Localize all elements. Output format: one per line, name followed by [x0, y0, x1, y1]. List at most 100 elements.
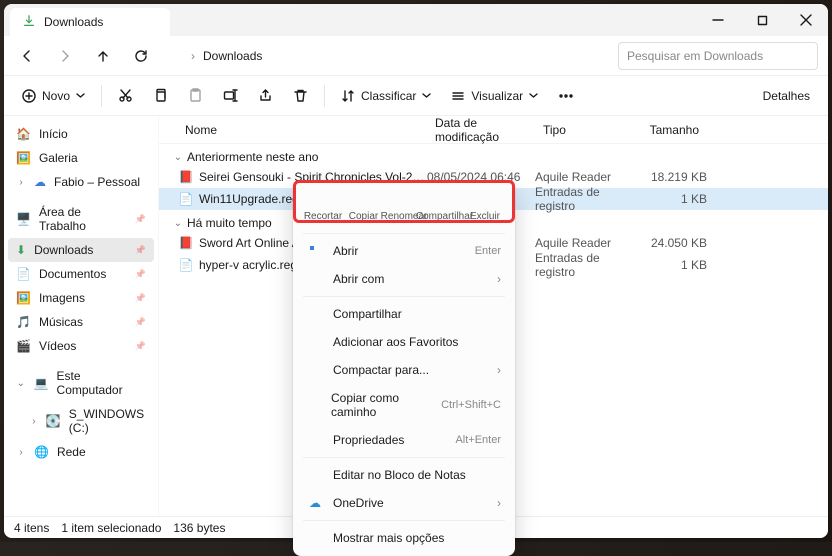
close-button[interactable]: [784, 4, 828, 36]
view-icons-icon[interactable]: [805, 520, 818, 536]
chevron-down-icon: [529, 91, 538, 100]
close-tab-icon[interactable]: [142, 15, 156, 29]
ctx-open[interactable]: AbrirEnter: [297, 237, 511, 265]
chevron-down-icon: [76, 91, 85, 100]
chevron-right-icon: ›: [497, 496, 501, 510]
sidebar-item-documents[interactable]: 📄Documentos📌: [8, 262, 154, 286]
refresh-button[interactable]: [124, 40, 158, 72]
minimize-button[interactable]: [696, 4, 740, 36]
ctx-share[interactable]: Compartilhar: [425, 190, 465, 222]
maximize-button[interactable]: [740, 4, 784, 36]
ctx-delete[interactable]: Excluir: [465, 190, 505, 222]
new-tab-button[interactable]: [170, 4, 204, 36]
copy-button[interactable]: [145, 81, 176, 111]
col-name[interactable]: Nome: [177, 123, 427, 137]
back-button[interactable]: [10, 40, 44, 72]
search-box[interactable]: [618, 42, 818, 70]
chevron-down-icon: ⌄: [173, 152, 183, 163]
share-button[interactable]: [250, 81, 281, 111]
details-pane-button[interactable]: Detalhes: [734, 88, 818, 103]
chevron-down-icon: ⌄: [173, 218, 183, 229]
chevron-down-icon[interactable]: ⌄: [16, 378, 26, 389]
reg-icon: 📄: [177, 192, 195, 206]
ctx-compartilhar[interactable]: Compartilhar: [297, 300, 511, 328]
chevron-right-icon[interactable]: ›: [16, 447, 26, 458]
breadcrumb[interactable]: › Downloads: [162, 48, 614, 63]
sidebar-item-thispc[interactable]: ⌄💻Este Computador: [8, 364, 154, 402]
group-header[interactable]: ⌄Anteriormente neste ano: [159, 144, 828, 166]
search-input[interactable]: [627, 49, 796, 63]
network-icon: 🌐: [34, 445, 49, 459]
onedrive-icon: ☁: [307, 496, 323, 510]
ctx-copy-path[interactable]: Copiar como caminhoCtrl+Shift+C: [297, 384, 511, 426]
forward-button[interactable]: [48, 40, 82, 72]
chevron-right-icon[interactable]: ›: [30, 416, 38, 427]
status-items: 4 itens: [14, 521, 49, 535]
sidebar-item-onedrive[interactable]: ›☁Fabio – Pessoal: [8, 170, 154, 194]
sidebar[interactable]: 🏠Início 🖼️Galeria ›☁Fabio – Pessoal 🖥️Ár…: [4, 116, 159, 516]
ctx-compress[interactable]: Compactar para...›: [297, 356, 511, 384]
wrench-icon: [307, 433, 323, 447]
sidebar-item-music[interactable]: 🎵Músicas📌: [8, 310, 154, 334]
column-headers[interactable]: Nome Data de modificação Tipo Tamanho: [159, 116, 828, 144]
music-icon: 🎵: [16, 315, 31, 329]
sidebar-item-desktop[interactable]: 🖥️Área de Trabalho📌: [8, 200, 154, 238]
open-with-icon: [307, 272, 323, 286]
rename-icon: [395, 190, 413, 208]
chevron-right-icon[interactable]: ›: [16, 177, 26, 188]
pin-icon: 📌: [135, 214, 146, 225]
reg-icon: 📄: [177, 258, 195, 272]
pin-icon: 📌: [135, 269, 146, 280]
titlebar: Downloads: [4, 4, 828, 36]
ctx-onedrive[interactable]: ☁OneDrive›: [297, 489, 511, 517]
delete-icon: [476, 190, 494, 208]
view-details-icon[interactable]: [780, 520, 793, 536]
ctx-notepad[interactable]: Editar no Bloco de Notas: [297, 461, 511, 489]
star-icon: [307, 335, 323, 349]
sort-button[interactable]: Classificar: [333, 81, 439, 111]
tab-title: Downloads: [44, 15, 134, 29]
status-bytes: 136 bytes: [173, 521, 225, 535]
delete-button[interactable]: [285, 81, 316, 111]
cut-button[interactable]: [110, 81, 141, 111]
chevron-right-icon: ›: [497, 272, 501, 286]
more-button[interactable]: [550, 81, 582, 111]
ctx-copy[interactable]: Copiar: [344, 190, 384, 222]
col-date[interactable]: Data de modificação: [427, 116, 535, 144]
col-type[interactable]: Tipo: [535, 123, 631, 137]
sidebar-item-downloads[interactable]: ⬇Downloads📌: [8, 238, 154, 262]
tab-downloads[interactable]: Downloads: [10, 8, 170, 36]
path-icon: [307, 398, 321, 412]
sidebar-item-cdrive[interactable]: ›💽S_WINDOWS (C:): [8, 402, 154, 440]
sidebar-item-gallery[interactable]: 🖼️Galeria: [8, 146, 154, 170]
sidebar-item-network[interactable]: ›🌐Rede: [8, 440, 154, 464]
rename-button[interactable]: [215, 81, 246, 111]
chevron-right-icon: ›: [497, 363, 501, 377]
ctx-more-options[interactable]: Mostrar mais opções: [297, 524, 511, 552]
videos-icon: 🎬: [16, 339, 31, 353]
gallery-icon: 🖼️: [16, 151, 31, 165]
zip-icon: [307, 363, 323, 377]
sidebar-item-home[interactable]: 🏠Início: [8, 122, 154, 146]
sidebar-item-videos[interactable]: 🎬Vídeos📌: [8, 334, 154, 358]
up-button[interactable]: [86, 40, 120, 72]
col-size[interactable]: Tamanho: [631, 123, 707, 137]
new-button[interactable]: Novo: [14, 81, 93, 111]
images-icon: 🖼️: [16, 291, 31, 305]
ctx-favorites[interactable]: Adicionar aos Favoritos: [297, 328, 511, 356]
paste-button: [180, 81, 211, 111]
pin-icon: 📌: [135, 245, 146, 256]
context-quickactions: Recortar Copiar Renomear Compartilhar Ex…: [297, 186, 511, 230]
pin-icon: 📌: [135, 293, 146, 304]
pin-icon: 📌: [135, 317, 146, 328]
ctx-open-with[interactable]: Abrir com›: [297, 265, 511, 293]
ctx-cut[interactable]: Recortar: [303, 190, 343, 222]
view-button[interactable]: Visualizar: [443, 81, 546, 111]
epub-icon: 📕: [177, 170, 195, 184]
open-icon: [307, 244, 323, 258]
sidebar-item-images[interactable]: 🖼️Imagens📌: [8, 286, 154, 310]
cloud-icon: ☁: [34, 175, 46, 189]
ctx-properties[interactable]: PropriedadesAlt+Enter: [297, 426, 511, 454]
documents-icon: 📄: [16, 267, 31, 281]
copy-icon: [355, 190, 373, 208]
